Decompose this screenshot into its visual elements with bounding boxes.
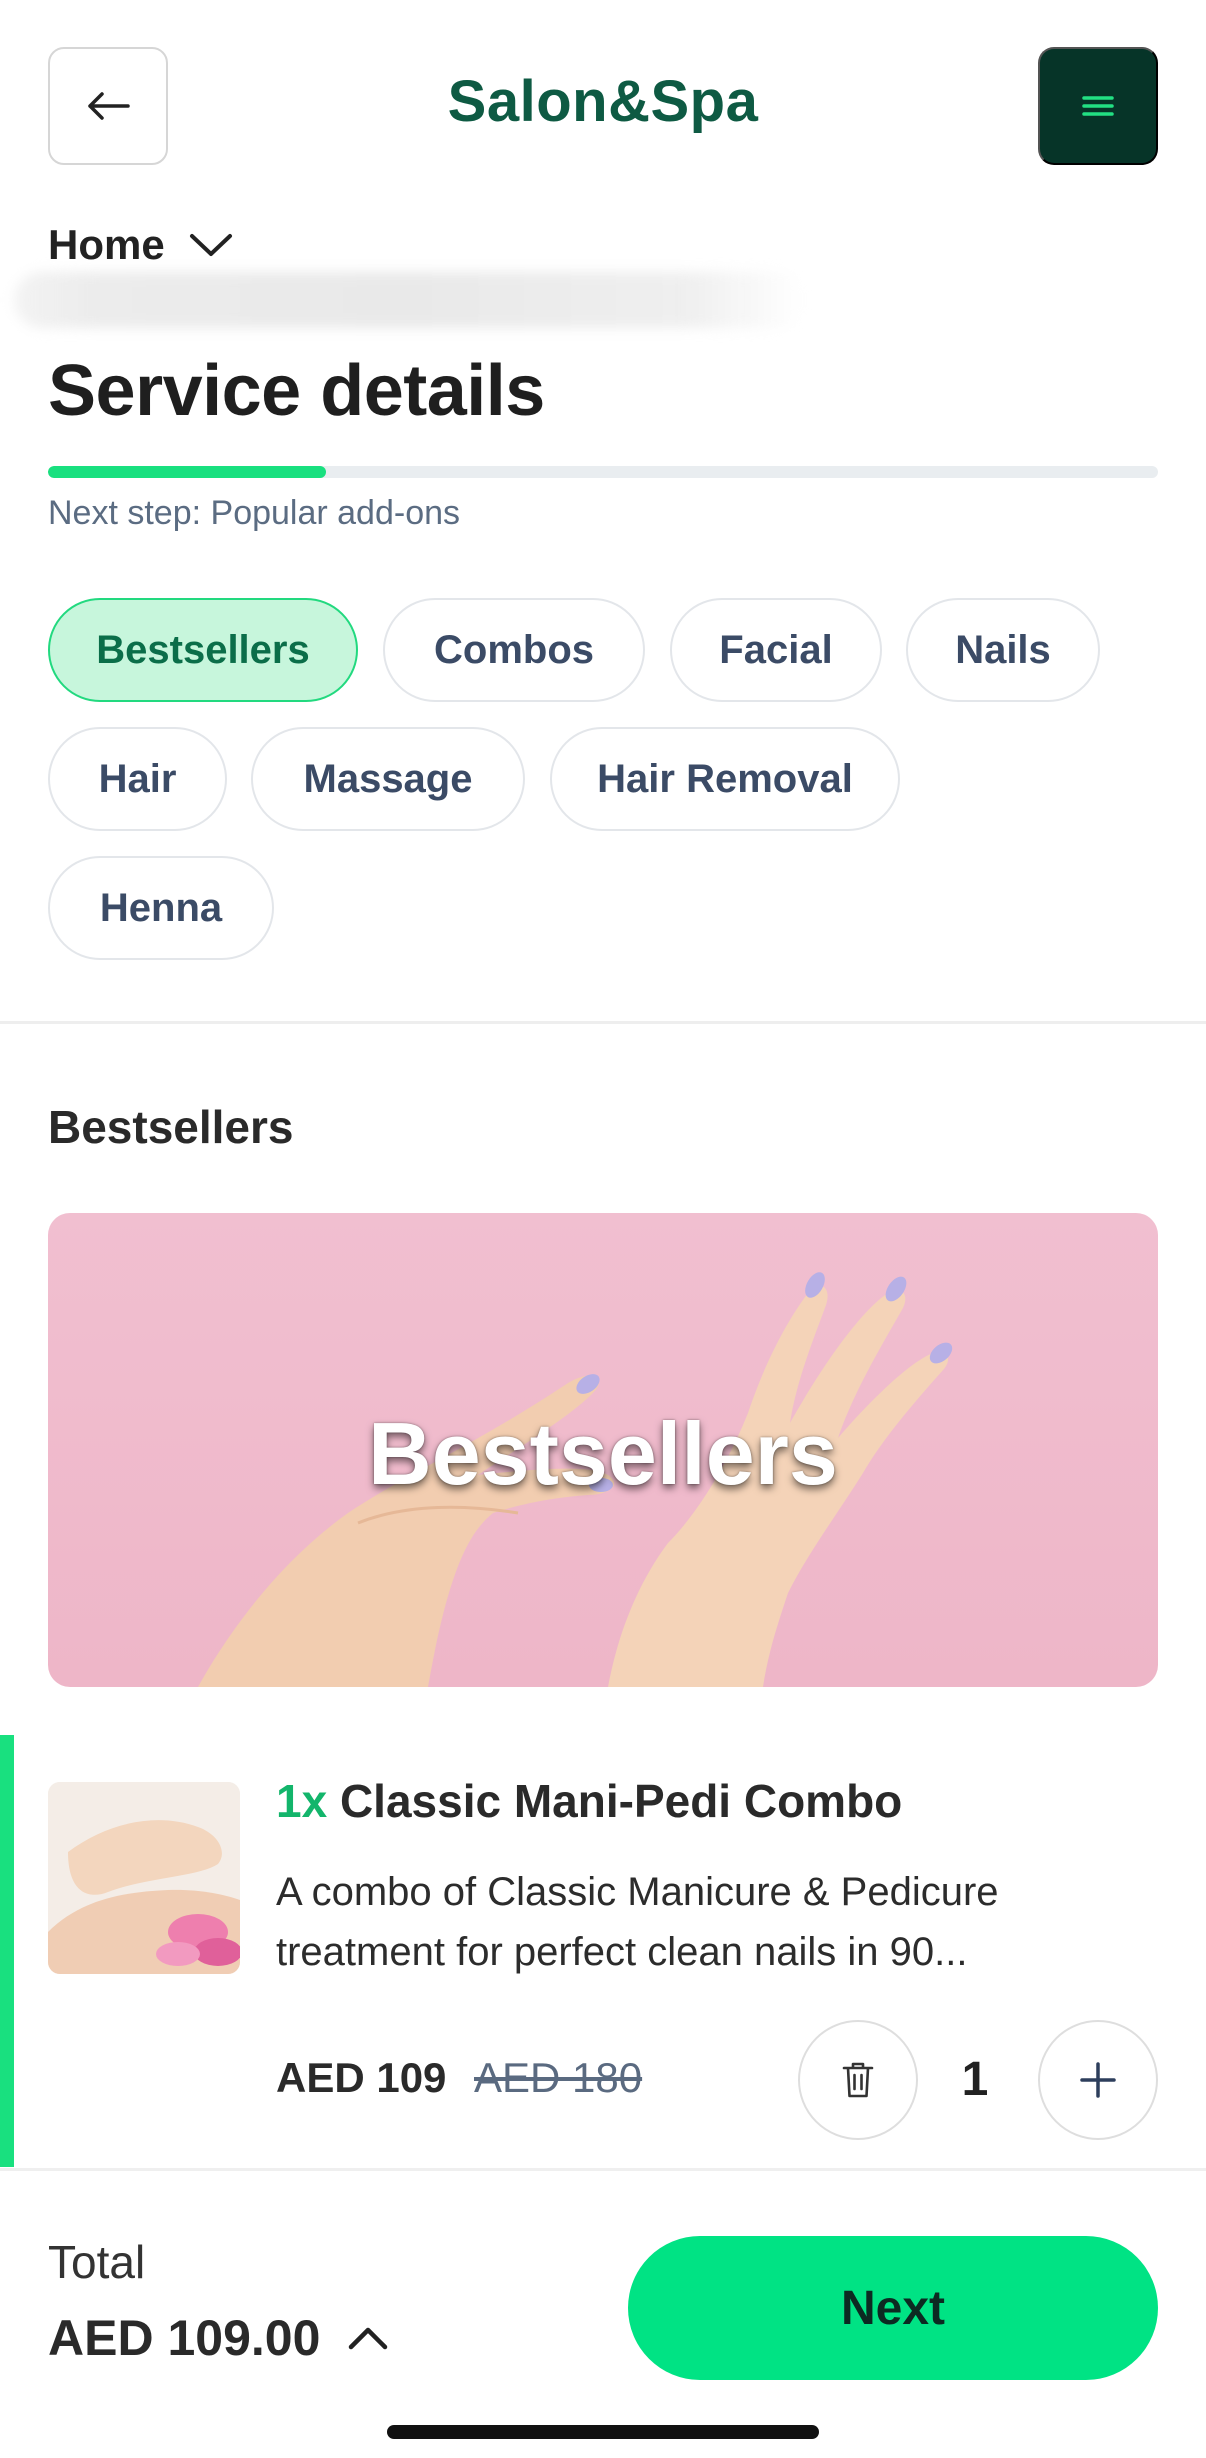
- service-title: 1x Classic Mani-Pedi Combo: [276, 1774, 902, 1828]
- service-old-price: AED 180: [474, 2054, 643, 2101]
- page-title: Service details: [48, 351, 545, 431]
- service-thumbnail[interactable]: [48, 1782, 240, 1974]
- total-value: AED 109.00: [48, 2310, 321, 2366]
- menu-button[interactable]: [1038, 47, 1158, 165]
- chevron-down-icon: [189, 234, 232, 256]
- service-description-line: treatment for perfect clean nails in 90.…: [276, 1930, 968, 1974]
- next-step-text: Next step: Popular add-ons: [48, 494, 461, 532]
- increase-quantity-button[interactable]: [1038, 2020, 1158, 2140]
- selected-item-accent: [0, 1735, 14, 2167]
- chip-massage[interactable]: Massage: [251, 727, 525, 831]
- brand-logo: Salon&Spa: [447, 69, 759, 134]
- chip-facial[interactable]: Facial: [670, 598, 882, 702]
- chip-hair[interactable]: Hair: [48, 727, 227, 831]
- remove-item-button[interactable]: [798, 2020, 918, 2140]
- chip-bestsellers[interactable]: Bestsellers: [48, 598, 358, 702]
- chip-hair-removal[interactable]: Hair Removal: [550, 727, 900, 831]
- total-toggle[interactable]: AED 109.00: [48, 2309, 388, 2367]
- banner-title: Bestsellers: [368, 1404, 838, 1503]
- hamburger-menu-icon: [1082, 96, 1114, 116]
- service-name: Classic Mani-Pedi Combo: [339, 1775, 903, 1827]
- chip-henna[interactable]: Henna: [48, 856, 274, 960]
- total-label: Total: [48, 2236, 146, 2288]
- chip-nails[interactable]: Nails: [906, 598, 1100, 702]
- service-description: A combo of Classic Manicure & Pedicure t…: [276, 1862, 1146, 1982]
- progress-bar: [48, 466, 1158, 478]
- section-divider: [0, 1021, 1206, 1024]
- home-indicator: [387, 2425, 819, 2439]
- service-price: AED 109: [276, 2054, 447, 2101]
- checkout-bar: Total AED 109.00 Next: [0, 2171, 1206, 2458]
- service-details-screen: Salon&Spa Home Service details Next step…: [0, 0, 1206, 2458]
- mani-pedi-photo: [48, 1782, 240, 1974]
- section-title: Bestsellers: [48, 1101, 294, 1153]
- quantity-value: 1: [961, 2053, 989, 2106]
- location-selector[interactable]: Home: [48, 220, 233, 270]
- chip-combos[interactable]: Combos: [383, 598, 645, 702]
- location-label: Home: [48, 221, 165, 268]
- blurred-address: [14, 272, 804, 328]
- chevron-up-icon: [349, 2327, 388, 2350]
- plus-icon: [1080, 2062, 1116, 2098]
- trash-icon: [842, 2062, 874, 2098]
- service-description-line: A combo of Classic Manicure & Pedicure: [276, 1870, 999, 1914]
- bestsellers-banner: Bestsellers: [48, 1213, 1158, 1687]
- service-qty-prefix: 1x: [276, 1775, 328, 1827]
- next-button[interactable]: Next: [628, 2236, 1158, 2380]
- progress-fill: [48, 466, 326, 478]
